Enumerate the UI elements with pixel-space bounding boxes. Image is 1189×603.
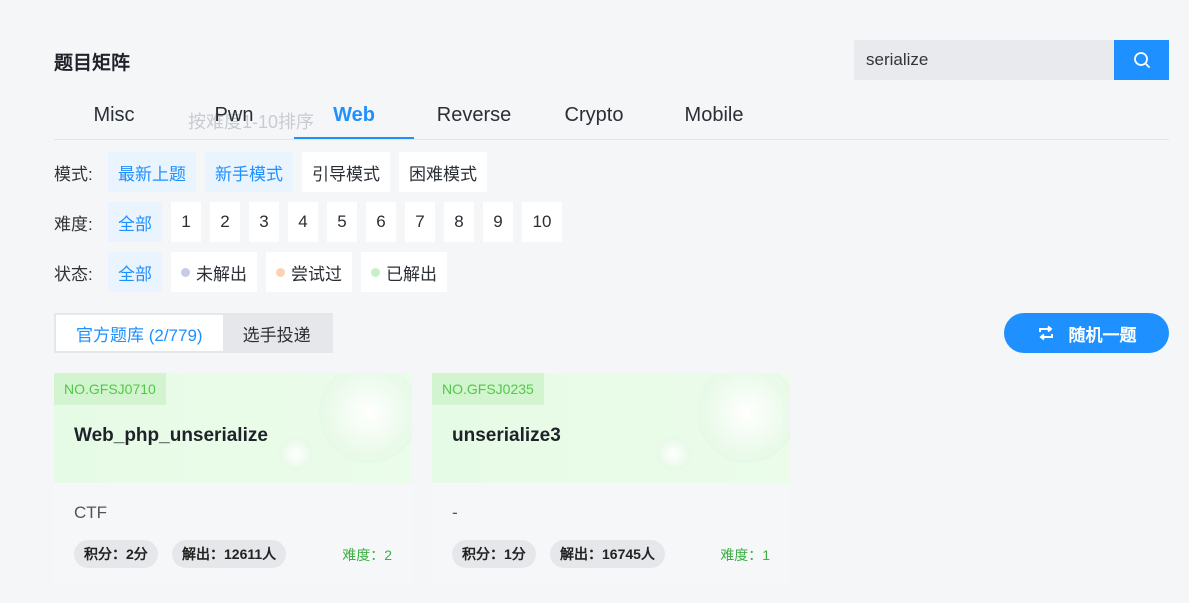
page-title: 题目矩阵: [54, 53, 131, 74]
status-all[interactable]: 全部: [108, 252, 162, 292]
challenge-category: -: [452, 503, 458, 522]
difficulty-all[interactable]: 全部: [108, 202, 162, 242]
tab-misc[interactable]: Misc: [54, 104, 174, 139]
mode-filter: 模式: 最新上题 新手模式 引导模式 困难模式: [54, 152, 496, 192]
card-decoration: [697, 373, 790, 463]
card-decoration: [279, 437, 313, 471]
score-badge: 积分：2分: [74, 540, 158, 568]
tab-pwn[interactable]: Pwn: [174, 104, 294, 139]
score-badge: 积分：1分: [452, 540, 536, 568]
challenge-card[interactable]: NO.GFSJ0235 unserialize3 - 积分：1分 解出：1674…: [432, 373, 790, 584]
challenge-name: unserialize3: [452, 425, 561, 446]
challenge-card[interactable]: NO.GFSJ0710 Web_php_unserialize CTF 积分：2…: [54, 373, 412, 584]
mode-guided[interactable]: 引导模式: [302, 152, 390, 192]
solved-count-badge: 解出：12611人: [172, 540, 287, 568]
difficulty-filter: 难度: 全部 1 2 3 4 5 6 7 8 9 10: [54, 202, 571, 242]
tab-web[interactable]: Web: [294, 104, 414, 139]
official-library-tab[interactable]: 官方题库 (2/779): [56, 315, 223, 351]
status-solved[interactable]: 已解出: [361, 252, 447, 292]
player-submission-tab[interactable]: 选手投递: [223, 315, 331, 351]
difficulty-5[interactable]: 5: [327, 202, 357, 242]
status-unsolved-label: 未解出: [196, 264, 247, 284]
challenge-id: NO.GFSJ0235: [432, 373, 544, 405]
challenge-name: Web_php_unserialize: [74, 425, 268, 446]
difficulty-2[interactable]: 2: [210, 202, 240, 242]
card-body: - 积分：1分 解出：16745人 难度：1: [432, 483, 790, 584]
difficulty-6[interactable]: 6: [366, 202, 396, 242]
tab-mobile[interactable]: Mobile: [654, 104, 774, 139]
search-button[interactable]: [1114, 40, 1169, 80]
category-tabs: 按难度1-10排序 Misc Pwn Web Reverse Crypto Mo…: [54, 96, 1169, 140]
difficulty-text: 难度：1: [720, 547, 770, 563]
mode-label: 模式:: [54, 164, 93, 184]
difficulty-4[interactable]: 4: [288, 202, 318, 242]
mode-newest[interactable]: 最新上题: [108, 152, 196, 192]
status-attempted[interactable]: 尝试过: [266, 252, 352, 292]
tab-reverse[interactable]: Reverse: [414, 104, 534, 139]
mode-hard[interactable]: 困难模式: [399, 152, 487, 192]
search-icon: [1133, 52, 1150, 68]
mode-beginner[interactable]: 新手模式: [205, 152, 293, 192]
status-filter: 状态: 全部 未解出 尝试过 已解出: [54, 252, 456, 292]
difficulty-10[interactable]: 10: [522, 202, 562, 242]
search-bar: [854, 40, 1169, 80]
card-body: CTF 积分：2分 解出：12611人 难度：2: [54, 483, 412, 584]
search-input[interactable]: [854, 40, 1114, 80]
challenge-category: CTF: [74, 503, 108, 522]
random-button-label: 随机一题: [1068, 325, 1137, 345]
attempted-dot-icon: [276, 267, 285, 277]
status-solved-label: 已解出: [386, 264, 437, 284]
unsolved-dot-icon: [181, 267, 190, 277]
solved-dot-icon: [371, 267, 380, 277]
status-unsolved[interactable]: 未解出: [171, 252, 257, 292]
card-header: NO.GFSJ0235 unserialize3: [432, 373, 790, 483]
difficulty-label: 难度:: [54, 214, 93, 234]
difficulty-3[interactable]: 3: [249, 202, 279, 242]
shuffle-icon: [1038, 325, 1053, 341]
card-decoration: [657, 437, 691, 471]
status-label: 状态:: [54, 264, 93, 284]
solved-count-badge: 解出：16745人: [550, 540, 665, 568]
difficulty-9[interactable]: 9: [483, 202, 513, 242]
status-attempted-label: 尝试过: [291, 264, 342, 284]
card-header: NO.GFSJ0710 Web_php_unserialize: [54, 373, 412, 483]
card-decoration: [319, 373, 412, 463]
difficulty-text: 难度：2: [342, 547, 392, 563]
difficulty-1[interactable]: 1: [171, 202, 201, 242]
difficulty-8[interactable]: 8: [444, 202, 474, 242]
challenge-id: NO.GFSJ0710: [54, 373, 166, 405]
difficulty-7[interactable]: 7: [405, 202, 435, 242]
tab-crypto[interactable]: Crypto: [534, 104, 654, 139]
random-challenge-button[interactable]: 随机一题: [1004, 313, 1169, 353]
source-toggle: 官方题库 (2/779) 选手投递: [54, 313, 333, 353]
